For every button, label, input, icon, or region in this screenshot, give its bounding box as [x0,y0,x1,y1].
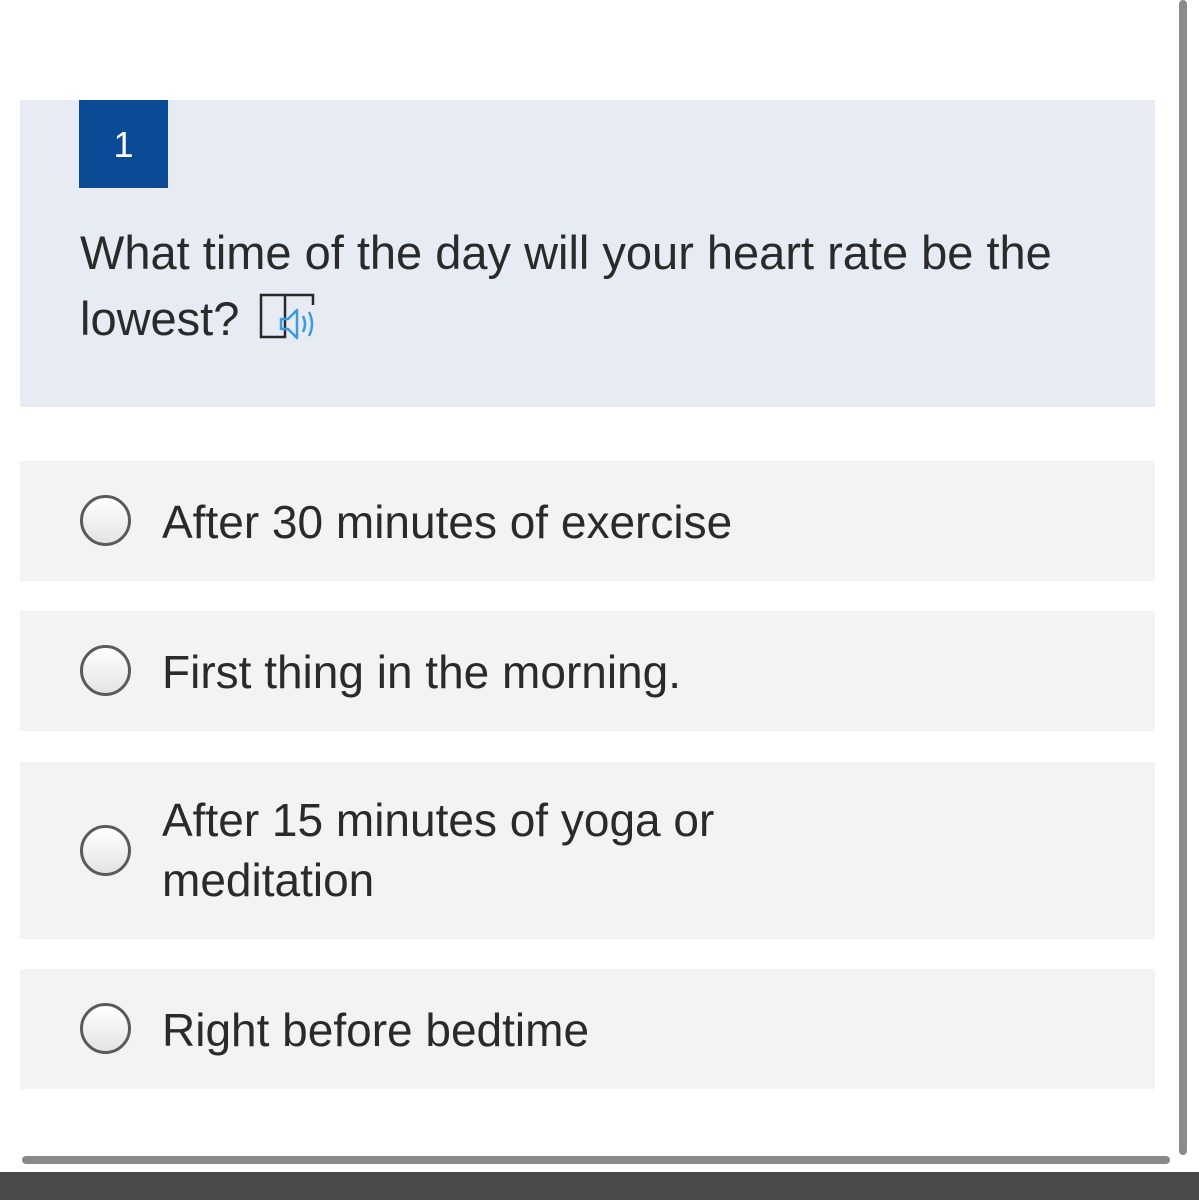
question-text-block: What time of the day will your heart rat… [80,220,1080,352]
vertical-scrollbar[interactable] [1179,0,1187,1155]
answer-option-1[interactable]: After 30 minutes of exercise [20,461,1155,581]
radio-button[interactable] [80,825,131,876]
radio-button[interactable] [80,645,131,696]
text-to-speech-icon[interactable] [257,289,323,345]
radio-button[interactable] [80,495,131,546]
question-prompt: What time of the day will your heart rat… [80,226,1052,345]
answer-option-label: Right before bedtime [162,1004,590,1056]
answer-option-label: After 30 minutes of exercise [162,496,733,548]
bottom-bar [0,1172,1199,1200]
answer-option-label: After 15 minutes of yoga or meditation [162,794,715,906]
question-number-badge: 1 [79,100,168,188]
answer-option-label: First thing in the morning. [162,646,682,698]
answer-option-4[interactable]: Right before bedtime [20,969,1155,1089]
radio-button[interactable] [80,1003,131,1054]
answer-option-2[interactable]: First thing in the morning. [20,611,1155,731]
quiz-page: 1 What time of the day will your heart r… [0,0,1199,1200]
horizontal-scrollbar[interactable] [22,1156,1170,1164]
answer-option-3[interactable]: After 15 minutes of yoga or meditation [20,762,1155,939]
question-panel: 1 What time of the day will your heart r… [20,100,1155,407]
